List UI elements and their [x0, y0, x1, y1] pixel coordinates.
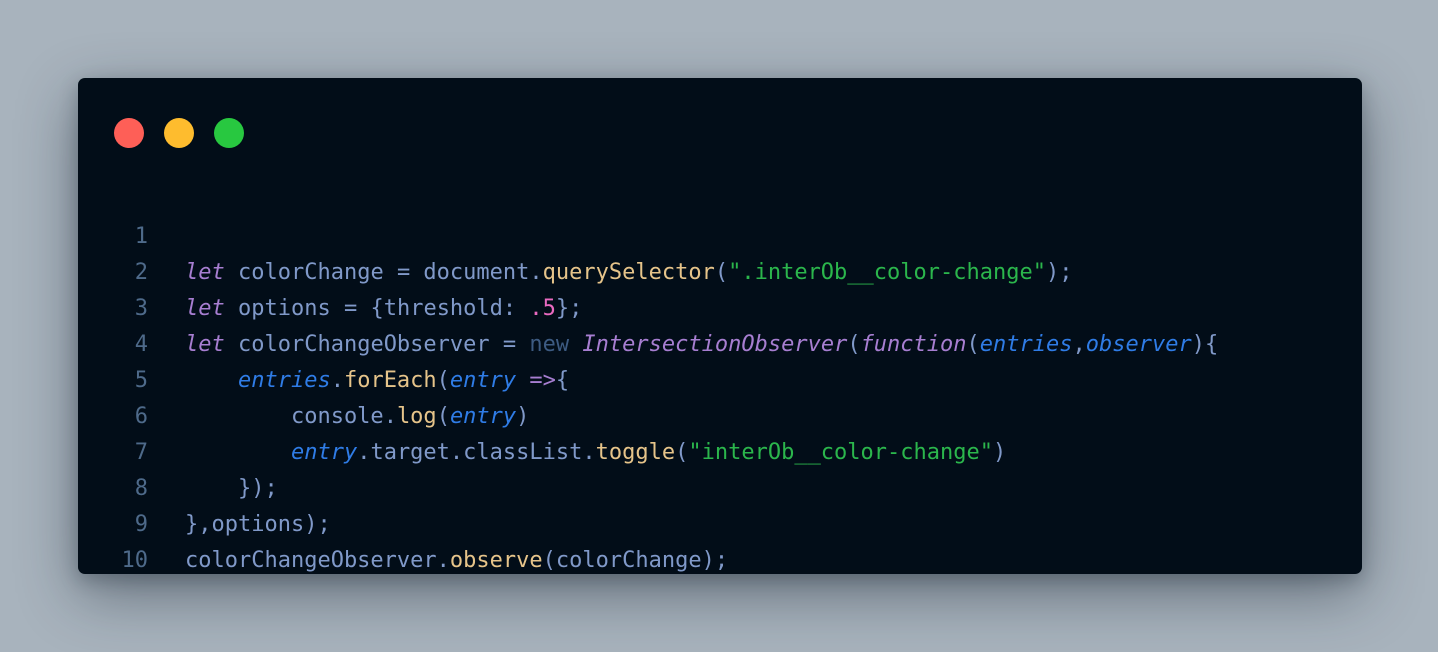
code-line: 9 colorChangeObserver.observe(colorChang… — [78, 471, 1362, 573]
code-line: 5 console.log(entry) — [78, 327, 1362, 429]
close-icon[interactable] — [114, 118, 144, 148]
code-line: 7 }); — [78, 399, 1362, 501]
code-text: colorChangeObserver.observe(colorChange)… — [185, 543, 728, 579]
token: . — [436, 548, 450, 573]
token: observe — [449, 548, 543, 573]
code-line: 1 let colorChange = document.querySelect… — [78, 183, 1362, 285]
code-window: 1 let colorChange = document.querySelect… — [78, 78, 1362, 574]
code-line: 10 — [78, 507, 1362, 573]
code-line: 6 entry.target.classList.toggle("interOb… — [78, 363, 1362, 465]
minimize-icon[interactable] — [164, 118, 194, 148]
code-line: 4 entries.forEach(entry =>{ — [78, 291, 1362, 393]
line-number: 10 — [121, 548, 149, 573]
token: colorChangeObserver — [185, 548, 437, 573]
code-line: 2 let options = {threshold: .5}; — [78, 219, 1362, 321]
code-editor[interactable]: 1 let colorChange = document.querySelect… — [78, 183, 1362, 573]
token: (colorChange); — [542, 548, 729, 573]
maximize-icon[interactable] — [214, 118, 244, 148]
code-line: 3 let colorChangeObserver = new Intersec… — [78, 255, 1362, 357]
code-line: 8 },options); — [78, 435, 1362, 537]
